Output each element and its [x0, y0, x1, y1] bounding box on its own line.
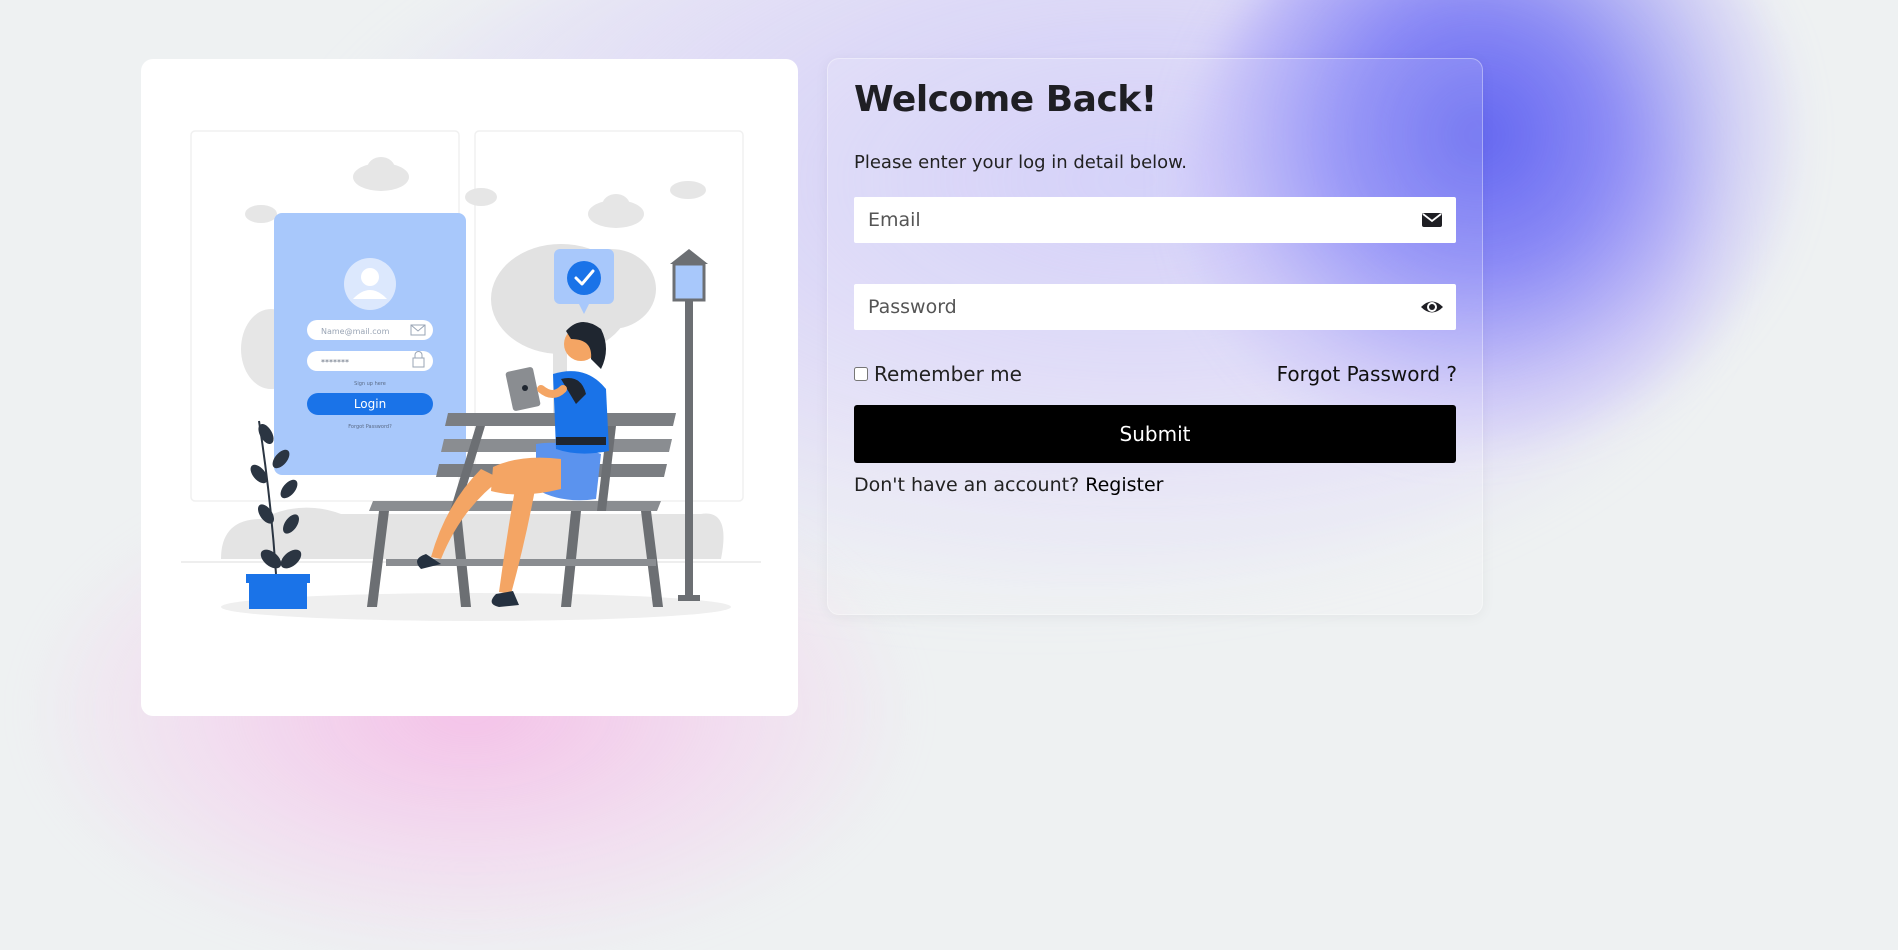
remember-me[interactable]: Remember me: [854, 362, 1022, 386]
checkmark-icon: [567, 261, 601, 295]
no-account-text: Don't have an account?: [854, 474, 1080, 496]
mini-email-placeholder: Name@mail.com: [321, 327, 390, 336]
email-input[interactable]: [854, 197, 1394, 243]
password-field: [854, 284, 1456, 330]
remember-me-checkbox[interactable]: [854, 367, 868, 381]
mini-forgot-text: Forgot Password?: [348, 424, 392, 430]
page-subtitle: Please enter your log in detail below.: [854, 152, 1187, 173]
remember-me-label: Remember me: [874, 362, 1022, 386]
password-input[interactable]: [854, 284, 1394, 330]
register-line: Don't have an account? Register: [854, 474, 1163, 496]
eye-icon[interactable]: [1420, 296, 1444, 318]
login-form-card: Welcome Back! Please enter your log in d…: [827, 58, 1483, 615]
register-link[interactable]: Register: [1085, 474, 1163, 496]
login-illustration: Name@mail.com ******* Sign up here Login…: [181, 130, 761, 621]
mini-password-mask: *******: [321, 358, 349, 367]
mini-login-label: Login: [354, 397, 386, 411]
page-title: Welcome Back!: [854, 79, 1157, 120]
envelope-icon: [1422, 213, 1442, 227]
illustration-card: Name@mail.com ******* Sign up here Login…: [141, 59, 798, 716]
mini-signup-text: Sign up here: [354, 381, 386, 387]
login-panel: [274, 213, 466, 475]
forgot-password-link[interactable]: Forgot Password ?: [1277, 362, 1457, 386]
submit-button[interactable]: Submit: [854, 405, 1456, 463]
email-field: [854, 197, 1456, 243]
